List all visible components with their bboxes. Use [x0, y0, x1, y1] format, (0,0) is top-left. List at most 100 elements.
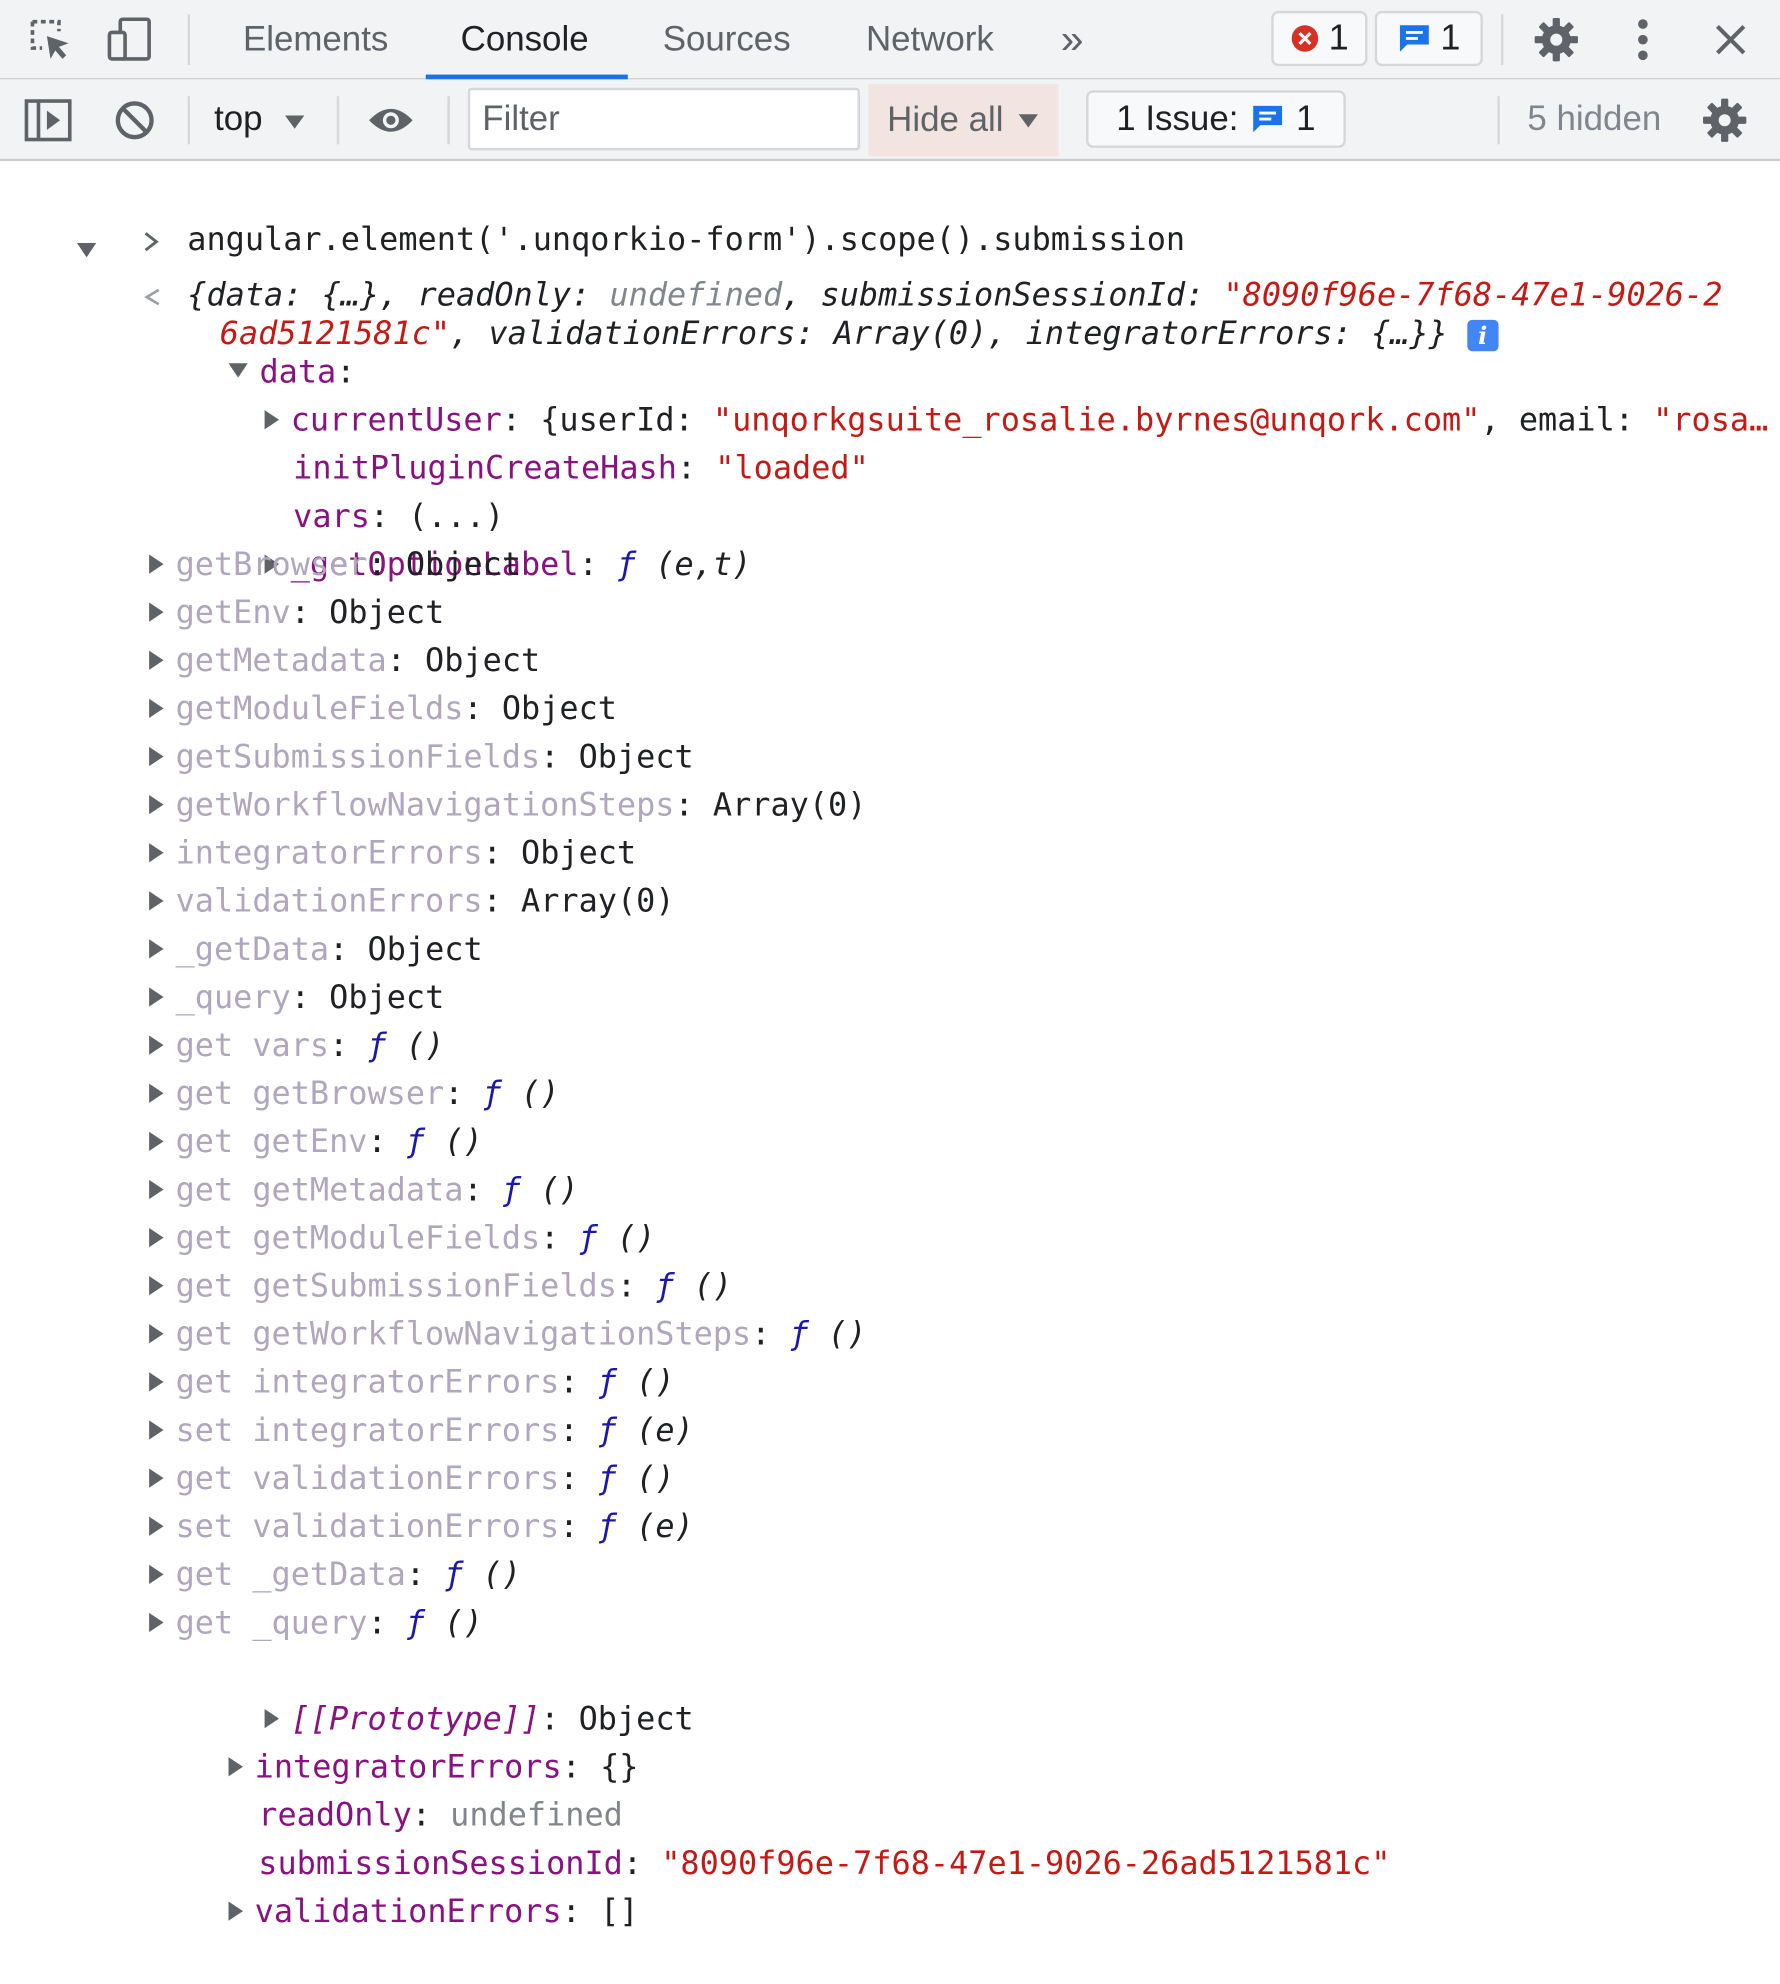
expand-triangle-icon[interactable]: [149, 794, 164, 814]
tree-node-accessor[interactable]: get getModuleFields: ƒ (): [149, 1215, 655, 1263]
tree-node-accessor[interactable]: get vars: ƒ (): [149, 1022, 444, 1070]
expand-triangle-icon[interactable]: [149, 986, 164, 1007]
tree-node-data[interactable]: data:: [113, 301, 355, 391]
expand-triangle-icon[interactable]: [149, 1419, 164, 1440]
function-marker: ƒ: [597, 1508, 617, 1546]
expand-triangle-icon[interactable]: [149, 1612, 164, 1632]
log-levels-dropdown[interactable]: Hide all: [868, 84, 1059, 157]
expand-triangle-icon[interactable]: [149, 1371, 164, 1391]
tab-elements[interactable]: Elements: [243, 0, 388, 79]
filter-input[interactable]: [467, 87, 860, 151]
tree-node-get-option-label[interactable]: _getOptionLabel: ƒ (e,t): [149, 493, 751, 583]
tree-node-accessor[interactable]: get _getData: ƒ (): [149, 1551, 521, 1599]
function-marker: ƒ: [367, 1027, 387, 1065]
tree-node-prop[interactable]: getMetadata: Object: [149, 637, 540, 685]
toolbar-divider: [1497, 96, 1500, 145]
tree-node-accessor[interactable]: set integratorErrors: ƒ (e): [149, 1407, 694, 1455]
property-key: getModuleFields: [175, 690, 464, 728]
function-args: (): [616, 1363, 675, 1402]
expand-triangle-icon[interactable]: [149, 842, 164, 862]
close-icon[interactable]: [1707, 16, 1755, 64]
expand-triangle-icon[interactable]: [76, 242, 97, 258]
console-output: angular.element('.unqorkio-form').scope(…: [0, 161, 1780, 1930]
tree-node-accessor[interactable]: get integratorErrors: ƒ (): [149, 1359, 675, 1407]
tree-node-prop[interactable]: _query: Object: [149, 974, 444, 1022]
tree-node-accessor[interactable]: set validationErrors: ƒ (e): [149, 1503, 694, 1551]
tree-node-accessor[interactable]: get getSubmissionFields: ƒ (): [149, 1263, 732, 1311]
show-sidebar-icon[interactable]: [24, 96, 72, 144]
tree-node-prop[interactable]: getEnv: Object: [149, 589, 444, 637]
context-selector[interactable]: top: [214, 79, 306, 158]
expand-triangle-icon[interactable]: [149, 698, 164, 718]
tree-node-prop[interactable]: integratorErrors: Object: [149, 830, 636, 878]
tree-node-prop[interactable]: getModuleFields: Object: [149, 686, 617, 734]
tree-node-accessor[interactable]: get getEnv: ƒ (): [149, 1119, 483, 1167]
function-args: (): [463, 1556, 522, 1594]
tree-node-vars[interactable]: vars: (...): [178, 445, 504, 535]
expand-triangle-icon[interactable]: [149, 1467, 164, 1488]
clear-console-icon[interactable]: [111, 96, 159, 144]
issues-button[interactable]: 1 Issue: 1: [1086, 90, 1346, 148]
property-key: get getModuleFields: [175, 1219, 541, 1257]
expand-triangle-icon[interactable]: [149, 1179, 164, 1199]
console-input-line: angular.element('.unqorkio-form').scope(…: [26, 168, 1185, 259]
expand-triangle-icon[interactable]: [149, 1323, 164, 1343]
expand-triangle-icon[interactable]: [149, 1564, 164, 1584]
more-tabs-icon[interactable]: »: [1061, 0, 1084, 79]
expand-triangle-icon[interactable]: [149, 938, 164, 958]
tree-node-prop[interactable]: getBrowser: Object: [149, 541, 521, 589]
property-key: getMetadata: [175, 642, 387, 680]
expand-triangle-icon[interactable]: [149, 890, 164, 910]
tree-node-prop[interactable]: _getData: Object: [149, 926, 483, 974]
property-value: Object: [367, 930, 483, 969]
tab-console[interactable]: Console: [461, 0, 589, 79]
tree-node-accessor[interactable]: get getWorkflowNavigationSteps: ƒ (): [149, 1311, 866, 1359]
tree-node-accessor[interactable]: get getBrowser: ƒ (): [149, 1070, 559, 1118]
tree-node-current-user[interactable]: currentUser: {userId: "unqorkgsuite_rosa…: [149, 349, 1768, 439]
tree-node-accessor[interactable]: get validationErrors: ƒ (): [149, 1455, 675, 1503]
expand-triangle-icon[interactable]: [149, 1227, 164, 1247]
expand-triangle-icon[interactable]: [149, 553, 164, 574]
tree-node-validation-errors[interactable]: validationErrors: []: [113, 1840, 638, 1930]
function-args: (): [674, 1267, 733, 1305]
info-badge-icon[interactable]: i: [1467, 319, 1499, 351]
function-marker: ƒ: [655, 1267, 675, 1305]
settings-gear-icon[interactable]: [1532, 16, 1580, 64]
tab-sources[interactable]: Sources: [663, 0, 791, 79]
expand-triangle-icon[interactable]: [149, 1034, 164, 1055]
tree-node-accessor[interactable]: get _query: ƒ (): [149, 1600, 483, 1648]
expand-triangle-icon[interactable]: [228, 1900, 243, 1921]
property-value: "loaded": [715, 449, 869, 488]
function-args: (): [808, 1315, 867, 1354]
expand-triangle-icon[interactable]: [149, 1083, 164, 1103]
issues-label: 1 Issue:: [1116, 99, 1239, 138]
message-counter[interactable]: 1: [1374, 10, 1483, 67]
device-toolbar-icon[interactable]: [106, 16, 154, 64]
tab-network[interactable]: Network: [866, 0, 994, 79]
function-args: (): [616, 1460, 675, 1498]
expand-triangle-icon[interactable]: [149, 601, 164, 622]
property-key: get integratorErrors: [175, 1363, 560, 1402]
tree-node-prop[interactable]: validationErrors: Array(0): [149, 878, 675, 926]
expand-triangle-icon[interactable]: [149, 746, 164, 766]
error-count: 1: [1328, 18, 1349, 58]
toolbar-divider: [1500, 14, 1504, 65]
function-args: (): [597, 1219, 656, 1257]
expand-triangle-icon[interactable]: [149, 1516, 164, 1536]
tree-node-integrator-errors[interactable]: integratorErrors: {}: [113, 1696, 638, 1786]
expand-triangle-icon[interactable]: [149, 650, 164, 670]
property-value: "rosa…: [1653, 401, 1769, 439]
function-args: (e): [616, 1508, 694, 1546]
more-options-icon[interactable]: [1619, 16, 1667, 64]
error-counter[interactable]: 1: [1271, 10, 1368, 67]
tree-node-prop[interactable]: getSubmissionFields: Object: [149, 734, 694, 782]
expand-triangle-icon[interactable]: [149, 1275, 164, 1295]
console-settings-gear-icon[interactable]: [1701, 96, 1749, 144]
live-expression-eye-icon[interactable]: [367, 96, 415, 144]
tree-node-prop[interactable]: getWorkflowNavigationSteps: Array(0): [149, 782, 866, 830]
tree-node-init-plugin: initPluginCreateHash: "loaded": [293, 449, 869, 488]
inspect-element-icon[interactable]: [26, 16, 74, 64]
tree-node-prototype[interactable]: [[Prototype]]: Object: [149, 1648, 694, 1738]
expand-triangle-icon[interactable]: [149, 1131, 164, 1151]
tree-node-accessor[interactable]: get getMetadata: ƒ (): [149, 1167, 579, 1215]
